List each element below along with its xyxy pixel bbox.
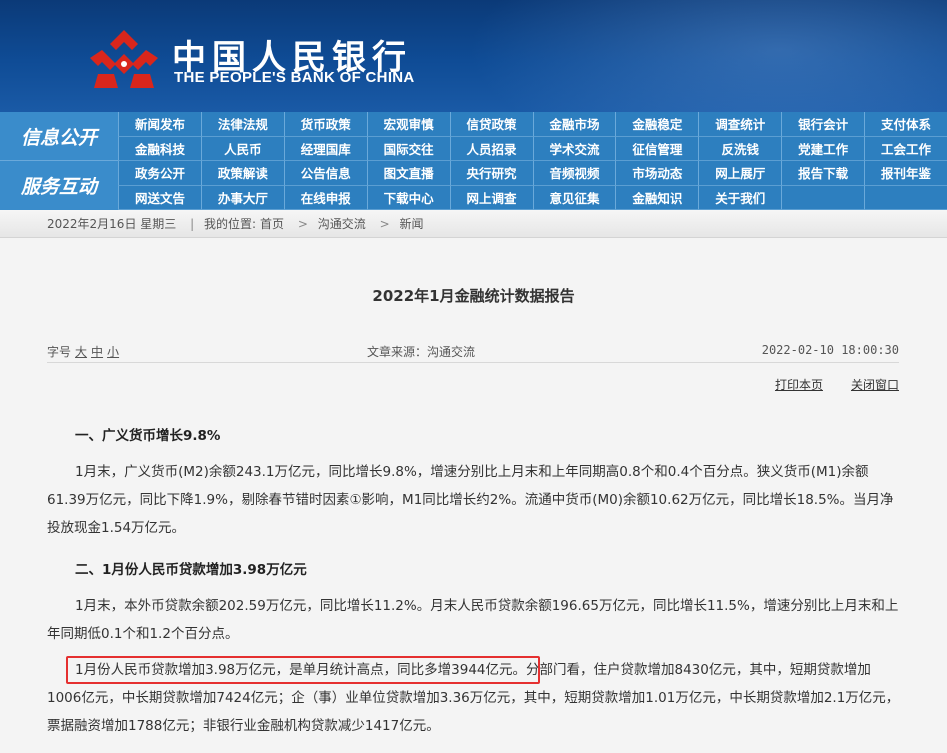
print-page-link[interactable]: 打印本页	[775, 378, 823, 392]
nav-item[interactable]: 图文直播	[366, 161, 450, 186]
article-source: 文章来源：沟通交流	[367, 345, 476, 359]
nav-item[interactable]: 信贷政策	[449, 112, 533, 137]
nav-item[interactable]: 网上展厅	[698, 161, 782, 186]
article-tools: 打印本页 关闭窗口	[747, 376, 899, 393]
nav-item[interactable]: 党建工作	[781, 136, 865, 161]
nav-empty-cell	[864, 185, 947, 210]
nav-item[interactable]: 人员招录	[449, 136, 533, 161]
nav-item[interactable]: 音频视频	[532, 161, 616, 186]
nav-item[interactable]: 报告下载	[781, 161, 865, 186]
font-size-label: 字号	[47, 345, 72, 359]
pboc-logo-icon[interactable]	[88, 28, 160, 90]
nav-item[interactable]: 人民币	[200, 136, 284, 161]
nav-item[interactable]: 法律法规	[200, 112, 284, 137]
nav-item[interactable]: 金融科技	[118, 136, 201, 161]
section-heading-1: 一、广义货币增长9.8%	[75, 428, 221, 444]
nav-item[interactable]: 工会工作	[864, 136, 947, 161]
nav-item[interactable]: 意见征集	[532, 185, 616, 210]
breadcrumb-separator: |	[190, 217, 195, 231]
breadcrumb-arrow: >	[297, 217, 308, 231]
article-meta-bar: 字号大中小 文章来源：沟通交流 2022-02-10 18:00:30	[47, 339, 899, 363]
font-size-controls: 字号大中小	[47, 343, 119, 360]
nav-item[interactable]: 金融知识	[615, 185, 699, 210]
nav-item[interactable]: 国际交往	[366, 136, 450, 161]
nav-item[interactable]: 经理国库	[283, 136, 367, 161]
nav-item[interactable]: 银行会计	[781, 112, 865, 137]
font-size-large-link[interactable]: 大	[75, 345, 87, 359]
nav-item[interactable]: 网上调查	[449, 185, 533, 210]
nav-item[interactable]: 网送文告	[118, 185, 201, 210]
nav-item[interactable]: 政务公开	[118, 161, 201, 186]
nav-item[interactable]: 反洗钱	[698, 136, 782, 161]
nav-item[interactable]: 金融稳定	[615, 112, 699, 137]
nav-item[interactable]: 政策解读	[200, 161, 284, 186]
nav-item[interactable]: 学术交流	[532, 136, 616, 161]
breadcrumb-prefix: 我的位置:	[203, 217, 257, 231]
nav-empty-cell	[781, 185, 865, 210]
nav-item[interactable]: 关于我们	[698, 185, 782, 210]
current-date: 2022年2月16日 星期三	[47, 217, 177, 231]
nav-label-service-interaction: 服务互动	[20, 176, 97, 198]
nav-label-info-disclosure: 信息公开	[0, 112, 118, 161]
breadcrumb-home-link[interactable]: 首页	[260, 217, 284, 231]
breadcrumb-section-link[interactable]: 沟通交流	[318, 217, 366, 231]
nav-item[interactable]: 新闻发布	[118, 112, 201, 137]
nav-item[interactable]: 金融市场	[532, 112, 616, 137]
nav-item[interactable]: 支付体系	[864, 112, 947, 137]
paragraph-2: 1月末，本外币贷款余额202.59万亿元，同比增长11.2%。月末人民币贷款余额…	[47, 598, 899, 642]
nav-item[interactable]: 公告信息	[283, 161, 367, 186]
nav-item[interactable]: 宏观审慎	[366, 112, 450, 137]
nav-item[interactable]: 在线申报	[283, 185, 367, 210]
nav-item[interactable]: 市场动态	[615, 161, 699, 186]
section-heading-2: 二、1月份人民币贷款增加3.98万亿元	[75, 562, 307, 578]
nav-item[interactable]: 报刊年鉴	[864, 161, 947, 186]
nav-item[interactable]: 货币政策	[283, 112, 367, 137]
header-glow	[467, 0, 947, 112]
nav-item[interactable]: 调查统计	[698, 112, 782, 137]
font-size-medium-link[interactable]: 中	[91, 345, 103, 359]
nav-grid: 新闻发布 法律法规 货币政策 宏观审慎 信贷政策 金融市场 金融稳定 调查统计 银行会计 支付体系…	[118, 112, 947, 210]
breadcrumb-page-link[interactable]: 新闻	[399, 217, 423, 231]
article-datetime: 2022-02-10 18:00:30	[761, 343, 899, 357]
nav-item[interactable]: 办事大厅	[200, 185, 284, 210]
breadcrumb-arrow: >	[379, 217, 390, 231]
breadcrumb: 2022年2月16日 星期三 | 我的位置: 首页 > 沟通交流 > 新闻	[0, 210, 947, 238]
article-title: 2022年1月金融统计数据报告	[372, 287, 575, 305]
paragraph-1: 1月末，广义货币(M2)余额243.1万亿元，同比增长9.8%，增速分别比上月末…	[47, 464, 894, 536]
site-header: 中国人民银行 THE PEOPLE'S BANK OF CHINA	[0, 0, 947, 112]
logo-english-text: THE PEOPLE'S BANK OF CHINA	[174, 69, 415, 86]
nav-item[interactable]: 央行研究	[449, 161, 533, 186]
close-window-link[interactable]: 关闭窗口	[851, 378, 899, 392]
nav-item[interactable]: 征信管理	[615, 136, 699, 161]
highlight-box	[66, 656, 540, 684]
nav-item[interactable]: 下载中心	[366, 185, 450, 210]
main-navigation: 信息公开 服务互动 新闻发布 法律法规 货币政策 宏观审慎 信贷政策 金融市场 金融稳定 调查…	[0, 112, 947, 210]
font-size-small-link[interactable]: 小	[107, 345, 119, 359]
